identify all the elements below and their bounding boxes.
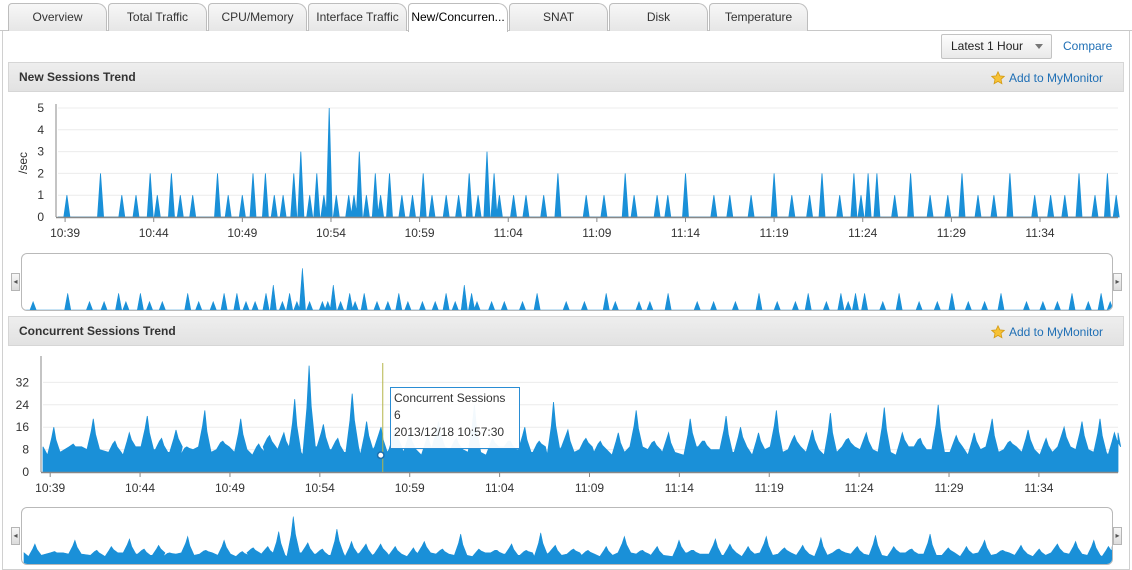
x-tick-label: 11:14: [671, 226, 700, 240]
y-tick-label: 0: [37, 210, 44, 224]
tab-new-concurrent-sessions[interactable]: New/Concurren...: [408, 3, 508, 32]
new-sessions-navigator[interactable]: ◂ ▸: [11, 253, 1123, 311]
y-tick-label: 8: [22, 443, 29, 457]
time-range-value: Latest 1 Hour: [951, 39, 1024, 53]
x-tick-label: 11:29: [934, 481, 963, 495]
chevron-down-icon: [1035, 44, 1043, 49]
panel-title: New Sessions Trend: [19, 70, 136, 84]
scroll-left-arrow[interactable]: ◂: [11, 273, 20, 291]
add-to-mymonitor-link[interactable]: Add to MyMonitor: [990, 71, 1103, 85]
y-tick-label: 4: [37, 123, 44, 137]
tooltip-series-name: Concurrent Sessions: [394, 391, 506, 405]
tooltip-time: 2013/12/18 10:57:30: [394, 425, 505, 439]
x-tick-label: 11:09: [582, 226, 611, 240]
navigator-window[interactable]: [21, 253, 1113, 311]
scroll-left-arrow[interactable]: ◂: [11, 527, 20, 545]
add-to-mymonitor-label: Add to MyMonitor: [1008, 325, 1103, 339]
x-tick-label: 10:49: [227, 226, 257, 240]
navigator-series: [23, 516, 1112, 564]
chart-tooltip: Concurrent Sessions 6 2013/12/18 10:57:3…: [390, 387, 520, 449]
x-tick-label: 10:59: [395, 481, 425, 495]
concurrent-sessions-panel-header: Concurrent Sessions Trend Add to MyMonit…: [8, 316, 1124, 346]
panel-title: Concurrent Sessions Trend: [19, 324, 176, 338]
tab-cpu-memory[interactable]: CPU/Memory: [208, 3, 307, 31]
x-tick-label: 11:34: [1024, 481, 1053, 495]
tab-overview[interactable]: Overview: [8, 3, 107, 31]
x-tick-label: 11:19: [760, 226, 789, 240]
y-tick-label: 2: [37, 166, 44, 180]
y-tick-label: 16: [16, 420, 30, 434]
tab-temperature[interactable]: Temperature: [709, 3, 808, 31]
x-tick-label: 10:44: [125, 481, 155, 495]
y-tick-label: 32: [16, 375, 30, 389]
y-tick-label: 0: [22, 465, 29, 479]
x-tick-label: 11:04: [485, 481, 514, 495]
x-tick-label: 10:39: [35, 481, 65, 495]
new-sessions-panel-header: New Sessions Trend Add to MyMonitor: [8, 62, 1124, 92]
navigator-concurrent-sessions-series: [23, 516, 1112, 564]
x-tick-label: 10:39: [50, 226, 80, 240]
hover-marker: [376, 451, 385, 460]
y-tick-label: 5: [37, 101, 44, 115]
navigator-window[interactable]: [21, 507, 1113, 565]
x-tick-label: 10:44: [139, 226, 169, 240]
tab-interface-traffic[interactable]: Interface Traffic: [308, 3, 407, 31]
x-tick-label: 11:34: [1025, 226, 1054, 240]
x-tick-label: 10:59: [405, 226, 435, 240]
tooltip-value: 6: [394, 408, 401, 422]
x-tick-label: 11:29: [937, 226, 966, 240]
x-tick-label: 11:14: [665, 481, 694, 495]
scroll-right-arrow[interactable]: ▸: [1113, 273, 1122, 291]
time-range-select[interactable]: Latest 1 Hour: [941, 34, 1052, 59]
y-tick-label: 24: [16, 398, 30, 412]
y-tick-label: 3: [37, 145, 44, 159]
x-tick-label: 11:24: [845, 481, 874, 495]
new-sessions-chart: 0 1 2 3 4 5 10:39 10:44 10:49 10:54 10:59 11:04 11:0…: [16, 101, 1120, 240]
navigator-new-sessions-series: [23, 268, 1112, 310]
star-icon: [990, 325, 1005, 339]
tab-disk[interactable]: Disk: [609, 3, 708, 31]
x-tick-label: 11:04: [494, 226, 523, 240]
new-sessions-series: [58, 107, 1120, 218]
navigator-series: [23, 268, 1112, 310]
y-tick-label: 1: [37, 188, 44, 202]
x-tick-label: 10:49: [215, 481, 245, 495]
concurrent-sessions-series: [42, 365, 1122, 473]
y-axis-label: /sec: [16, 152, 30, 174]
tab-snat[interactable]: SNAT: [509, 3, 608, 31]
x-tick-label: 11:19: [755, 481, 784, 495]
compare-link[interactable]: Compare: [1063, 39, 1112, 53]
x-tick-label: 11:09: [575, 481, 604, 495]
concurrent-sessions-chart: 0 8 16 24 32 10:39 10:44 10:49 10:54 10:59 11:04 11…: [16, 356, 1122, 495]
x-tick-label: 11:24: [848, 226, 877, 240]
x-tick-label: 10:54: [316, 226, 346, 240]
add-to-mymonitor-link[interactable]: Add to MyMonitor: [990, 325, 1103, 339]
x-tick-label: 10:54: [305, 481, 335, 495]
star-icon: [990, 71, 1005, 85]
add-to-mymonitor-label: Add to MyMonitor: [1008, 71, 1103, 85]
scroll-right-arrow[interactable]: ▸: [1113, 527, 1122, 545]
concurrent-sessions-navigator[interactable]: ◂ ▸: [11, 507, 1123, 565]
tab-total-traffic[interactable]: Total Traffic: [108, 3, 207, 31]
tab-bar: Overview Total Traffic CPU/Memory Interf…: [0, 0, 1132, 32]
